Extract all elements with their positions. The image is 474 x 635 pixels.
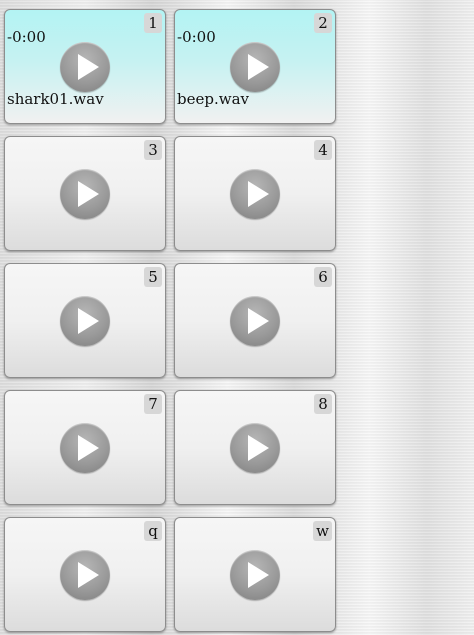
sound-pad-w[interactable]: w — [174, 517, 336, 632]
play-icon[interactable] — [60, 169, 110, 219]
pad-key-badge: q — [144, 521, 162, 541]
sound-pad-4[interactable]: 4 — [174, 136, 336, 251]
play-icon[interactable] — [230, 296, 280, 346]
pad-key-badge: 6 — [314, 267, 332, 287]
play-icon[interactable] — [230, 169, 280, 219]
pad-time-remaining: -0:00 — [7, 28, 46, 46]
play-icon[interactable] — [230, 42, 280, 92]
pad-key-badge: 2 — [314, 13, 332, 33]
sound-pad-1[interactable]: 1 -0:00 shark01.wav — [4, 9, 166, 124]
sound-pad-grid: 1 -0:00 shark01.wav 2 -0:00 beep.wav 3 4… — [4, 9, 336, 632]
play-icon[interactable] — [230, 423, 280, 473]
pad-filename: beep.wav — [177, 90, 249, 108]
play-icon[interactable] — [60, 550, 110, 600]
sound-pad-6[interactable]: 6 — [174, 263, 336, 378]
sound-pad-8[interactable]: 8 — [174, 390, 336, 505]
pad-key-badge: w — [313, 521, 332, 541]
play-icon[interactable] — [60, 423, 110, 473]
pad-filename: shark01.wav — [7, 90, 104, 108]
sound-pad-5[interactable]: 5 — [4, 263, 166, 378]
sound-pad-7[interactable]: 7 — [4, 390, 166, 505]
play-icon[interactable] — [60, 296, 110, 346]
pad-key-badge: 8 — [314, 394, 332, 414]
pad-key-badge: 3 — [144, 140, 162, 160]
sound-pad-3[interactable]: 3 — [4, 136, 166, 251]
sound-pad-q[interactable]: q — [4, 517, 166, 632]
play-icon[interactable] — [230, 550, 280, 600]
pad-key-badge: 4 — [314, 140, 332, 160]
pad-time-remaining: -0:00 — [177, 28, 216, 46]
sound-pad-2[interactable]: 2 -0:00 beep.wav — [174, 9, 336, 124]
pad-key-badge: 5 — [144, 267, 162, 287]
play-icon[interactable] — [60, 42, 110, 92]
pad-key-badge: 7 — [144, 394, 162, 414]
pad-key-badge: 1 — [144, 13, 162, 33]
